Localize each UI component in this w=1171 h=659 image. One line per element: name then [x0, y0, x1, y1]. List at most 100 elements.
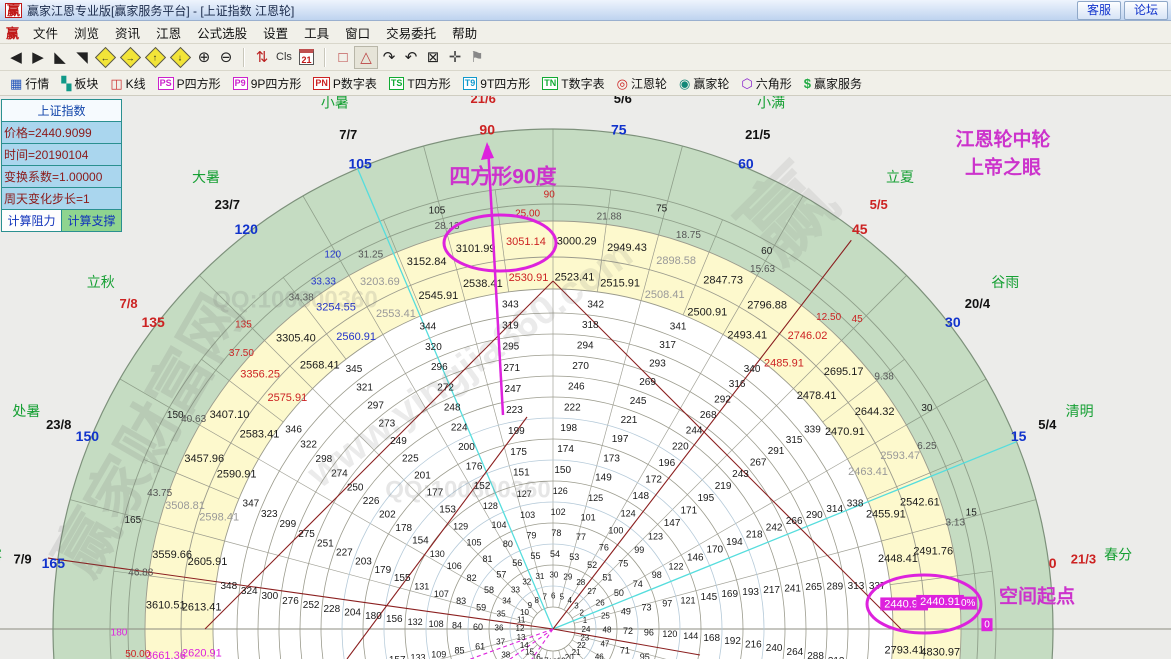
svg-text:154: 154	[412, 536, 429, 547]
svg-text:126: 126	[553, 486, 568, 496]
pan-left-icon[interactable]: ←	[95, 46, 116, 67]
svg-text:242: 242	[766, 523, 783, 534]
gann-wheel-chart[interactable]: 1234567891011121314151617181920212223242…	[0, 96, 1171, 659]
svg-text:60: 60	[738, 155, 754, 171]
toolbar-item-9P四方形[interactable]: P99P四方形	[227, 75, 308, 92]
box-x-icon[interactable]: ⊠	[422, 47, 444, 68]
svg-text:5: 5	[560, 593, 565, 602]
svg-text:2620.91: 2620.91	[182, 648, 222, 659]
menu-item-公式选股[interactable]: 公式选股	[189, 21, 255, 44]
svg-text:37: 37	[496, 638, 505, 647]
quote-panel-row-1: 时间=20190104	[2, 144, 121, 166]
toolbar-item-P四方形[interactable]: PSP四方形	[152, 75, 227, 92]
menu-item-设置[interactable]: 设置	[255, 21, 296, 44]
svg-text:96: 96	[644, 627, 654, 637]
svg-text:78: 78	[551, 528, 561, 538]
svg-text:133: 133	[411, 653, 426, 659]
svg-text:29: 29	[563, 573, 572, 582]
svg-text:2575.91: 2575.91	[267, 392, 307, 404]
toolbar-item-江恩轮[interactable]: 江恩轮	[611, 75, 673, 92]
toolbar-item-9T四方形[interactable]: T99T四方形	[457, 75, 537, 92]
menu-item-交易委托[interactable]: 交易委托	[378, 21, 444, 44]
rotate-ccw-icon[interactable]: ↶	[400, 47, 422, 68]
menu-item-窗口[interactable]: 窗口	[337, 21, 378, 44]
svg-text:54: 54	[550, 549, 560, 559]
svg-text:95: 95	[640, 652, 650, 659]
svg-text:7: 7	[543, 593, 548, 602]
svg-text:2613.41: 2613.41	[182, 602, 222, 614]
rect-tool-icon[interactable]: □	[332, 47, 354, 68]
svg-text:3.13: 3.13	[946, 518, 966, 529]
svg-text:2644.32: 2644.32	[855, 406, 895, 418]
svg-text:199: 199	[508, 426, 525, 437]
svg-text:226: 226	[363, 496, 380, 507]
skew-right-icon[interactable]: ◥	[71, 47, 93, 68]
svg-text:3: 3	[574, 601, 579, 610]
svg-text:180: 180	[111, 627, 128, 638]
cls-button[interactable]: Cls	[273, 47, 295, 68]
svg-text:99: 99	[634, 545, 644, 555]
svg-text:46.88: 46.88	[128, 567, 153, 578]
svg-text:20/4: 20/4	[965, 296, 991, 311]
toolbar-item-赢家轮[interactable]: 赢家轮	[673, 75, 735, 92]
menu-item-文件[interactable]: 文件	[25, 21, 66, 44]
forward-icon[interactable]: ▶	[27, 47, 49, 68]
svg-text:23: 23	[580, 633, 589, 642]
svg-text:QQ:100800360: QQ:100800360	[385, 477, 550, 504]
customer-service-button[interactable]: 客服	[1077, 1, 1121, 20]
menu-item-浏览[interactable]: 浏览	[66, 21, 107, 44]
zoom-in-icon[interactable]: ⊕	[193, 47, 215, 68]
toolbar-item-赢家服务[interactable]: 赢家服务	[798, 75, 868, 92]
svg-text:30: 30	[549, 571, 558, 580]
toolbar-item-T数字表[interactable]: TNT数字表	[536, 75, 610, 92]
svg-text:2470.91: 2470.91	[825, 426, 865, 438]
svg-text:77: 77	[576, 532, 586, 542]
menu-item-工具[interactable]: 工具	[296, 21, 337, 44]
skew-left-icon[interactable]: ◣	[49, 47, 71, 68]
svg-text:346: 346	[285, 424, 302, 435]
pan-right-icon[interactable]: →	[120, 46, 141, 67]
toolbar-item-行情[interactable]: 行情	[4, 75, 55, 92]
svg-text:34: 34	[502, 597, 511, 606]
pan-down-icon[interactable]: ↓	[170, 46, 191, 67]
menu-item-资讯[interactable]: 资讯	[107, 21, 148, 44]
svg-text:79: 79	[526, 530, 536, 540]
svg-text:170: 170	[706, 545, 723, 556]
toolbar-item-T四方形[interactable]: TST四方形	[383, 75, 457, 92]
toolbar-item-P数字表[interactable]: PNP数字表	[307, 75, 383, 92]
svg-text:135: 135	[141, 314, 165, 330]
menu-item-江恩[interactable]: 江恩	[148, 21, 189, 44]
svg-text:348: 348	[220, 581, 237, 592]
updown-arrows-icon[interactable]: ⇅	[251, 47, 273, 68]
pin-icon[interactable]: ⚑	[466, 47, 488, 68]
toolbar-item-板块[interactable]: 板块	[55, 75, 104, 92]
svg-text:2: 2	[579, 608, 584, 617]
crosshair-icon[interactable]: ✛	[444, 47, 466, 68]
svg-text:150: 150	[554, 465, 571, 476]
svg-text:120: 120	[235, 221, 259, 237]
svg-text:3101.99: 3101.99	[456, 243, 496, 255]
svg-text:269: 269	[639, 377, 656, 388]
toolbar-item-K线[interactable]: K线	[104, 75, 151, 92]
svg-text:197: 197	[612, 434, 629, 445]
calendar-icon[interactable]: 21	[299, 49, 314, 65]
menu-item-帮助[interactable]: 帮助	[444, 21, 485, 44]
zoom-out-icon[interactable]: ⊖	[215, 47, 237, 68]
triangle-tool-icon[interactable]: △	[354, 46, 378, 69]
toolbar-item-六角形[interactable]: 六角形	[735, 75, 797, 92]
svg-text:36: 36	[495, 624, 504, 633]
svg-text:53: 53	[569, 552, 579, 562]
svg-text:61: 61	[475, 642, 485, 652]
calc-resistance-button[interactable]: 计算阻力	[2, 210, 61, 231]
calc-support-button[interactable]: 计算支撑	[61, 210, 121, 231]
pan-up-icon[interactable]: ↑	[145, 46, 166, 67]
svg-text:74: 74	[633, 579, 643, 589]
back-icon[interactable]: ◀	[5, 47, 27, 68]
forum-button[interactable]: 论坛	[1124, 1, 1168, 20]
svg-text:大暑: 大暑	[192, 169, 220, 185]
svg-text:105: 105	[429, 205, 446, 216]
svg-text:35: 35	[497, 610, 506, 619]
svg-text:3152.84: 3152.84	[407, 256, 447, 268]
svg-text:316: 316	[729, 379, 746, 390]
rotate-cw-icon[interactable]: ↷	[378, 47, 400, 68]
